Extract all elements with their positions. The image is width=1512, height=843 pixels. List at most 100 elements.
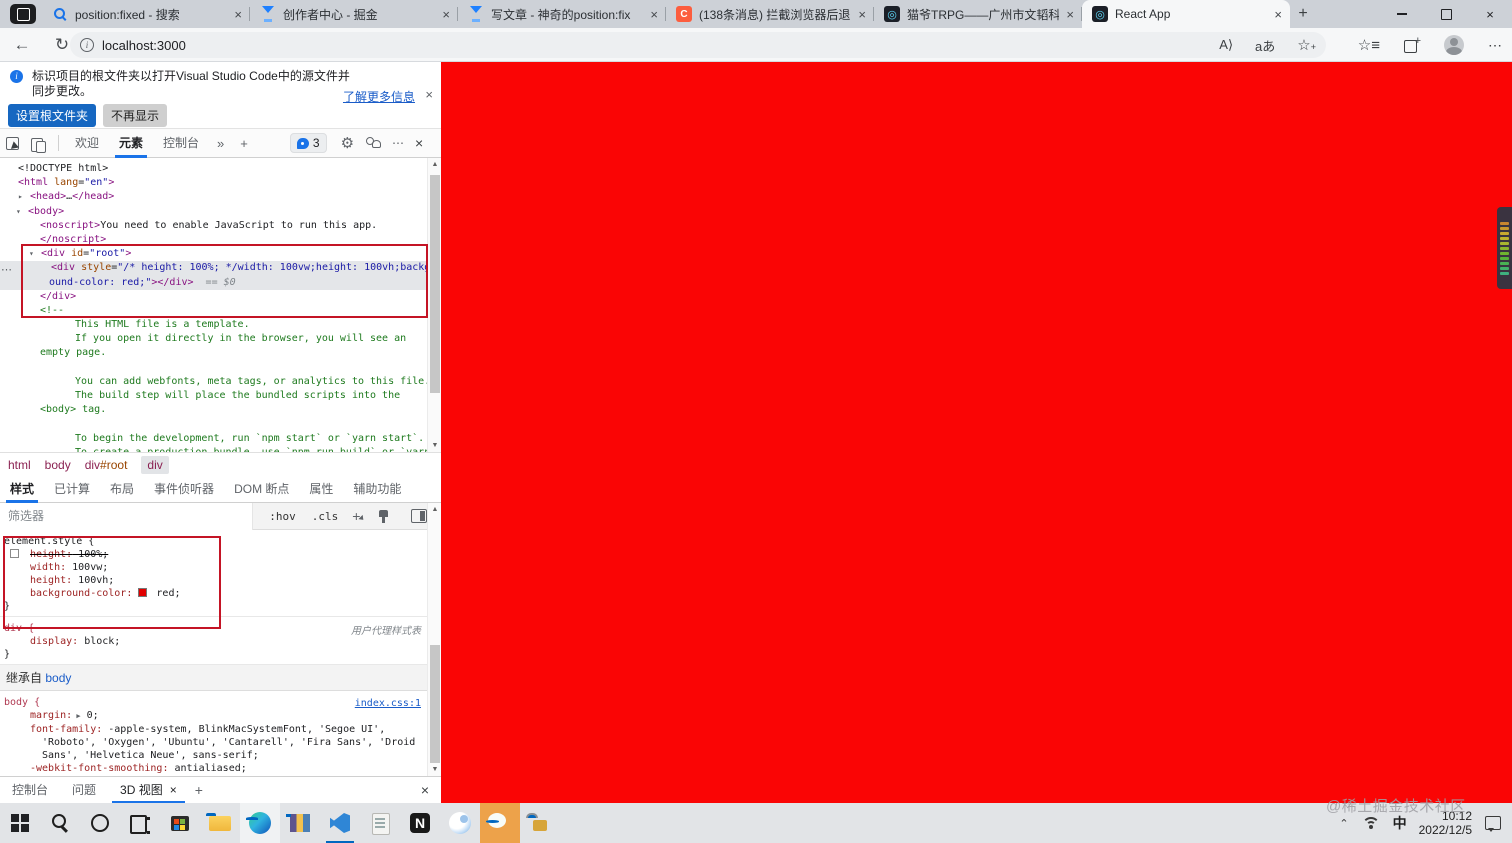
dom-tree-line[interactable]: You can add webfonts, meta tags, or anal…: [0, 375, 427, 389]
dom-tree-line[interactable]: [0, 417, 427, 431]
panel-tab-辅助功能[interactable]: 辅助功能: [343, 477, 411, 503]
dom-tree-line[interactable]: <!DOCTYPE html>: [0, 162, 427, 176]
drawer-tab-问题[interactable]: 问题: [60, 777, 108, 803]
breadcrumb-item-div[interactable]: div#root: [85, 458, 128, 472]
devtools-tab-控制台[interactable]: 控制台: [153, 129, 209, 158]
dom-tree-line[interactable]: <body> tag.: [0, 403, 427, 417]
drawer-close-icon[interactable]: ×: [421, 782, 429, 798]
dom-tree-line[interactable]: </div>: [0, 290, 427, 304]
css-property[interactable]: background-color: red;: [4, 587, 427, 600]
tab-close-icon[interactable]: ×: [1066, 7, 1074, 22]
notice-close-icon[interactable]: ×: [425, 87, 433, 102]
taskbar-winrar-icon[interactable]: [280, 803, 320, 843]
styles-pane[interactable]: element.style {height: 100%; width: 100vw…: [0, 530, 427, 776]
dom-tree-line[interactable]: To begin the development, run `npm start…: [0, 432, 427, 446]
devtools-menu-icon[interactable]: ⋯: [392, 136, 405, 150]
scroll-down-icon[interactable]: ▼: [428, 442, 441, 449]
devtools-close-icon[interactable]: ×: [415, 135, 423, 151]
dom-tree-line[interactable]: ▾ <body>: [0, 205, 427, 219]
taskbar-start-icon[interactable]: [0, 803, 40, 843]
notification-center-icon[interactable]: [1484, 815, 1502, 832]
css-property[interactable]: height: 100vh;: [4, 574, 427, 587]
dont-show-again-button[interactable]: 不再显示: [103, 104, 168, 127]
toggle-hover-button[interactable]: :hov: [269, 510, 296, 523]
styles-scrollbar[interactable]: ▲ ▼: [427, 503, 441, 776]
toggle-class-button[interactable]: .cls: [312, 510, 339, 523]
new-tab-button[interactable]: +: [1290, 1, 1316, 27]
rendering-emulation-icon[interactable]: [376, 508, 393, 524]
site-info-icon[interactable]: i: [80, 38, 94, 52]
css-property[interactable]: margin: ▶ 0;: [4, 709, 427, 723]
css-property[interactable]: width: 100vw;: [4, 561, 427, 574]
scroll-down-icon[interactable]: ▼: [428, 766, 441, 773]
twisty-icon[interactable]: ▾: [16, 205, 21, 219]
computed-sidebar-icon[interactable]: [410, 508, 428, 524]
panel-tab-属性[interactable]: 属性: [299, 477, 343, 503]
dom-tree-line[interactable]: <noscript>You need to enable JavaScript …: [0, 219, 427, 233]
browser-tab[interactable]: ◎ React App ×: [1082, 0, 1290, 28]
css-property[interactable]: display: block;: [4, 635, 427, 648]
breadcrumb-item-body[interactable]: body: [45, 458, 71, 472]
elements-scrollbar[interactable]: ▲ ▼: [427, 158, 441, 452]
dom-tree-line[interactable]: empty page.: [0, 346, 427, 360]
profile-avatar[interactable]: [1444, 35, 1464, 55]
dom-tree-line[interactable]: ▸ <head>…</head>: [0, 190, 427, 204]
panel-tab-布局[interactable]: 布局: [100, 477, 144, 503]
maximize-icon[interactable]: [1424, 0, 1468, 28]
favorites-bar-icon[interactable]: ☆≡: [1358, 36, 1380, 54]
taskbar-task-view-icon[interactable]: [120, 803, 160, 843]
drawer-add-icon[interactable]: +: [189, 782, 209, 798]
dom-tree-line[interactable]: The build step will place the bundled sc…: [0, 389, 427, 403]
inherited-body-link[interactable]: body: [45, 671, 71, 685]
device-toolbar-icon[interactable]: [26, 130, 52, 156]
browser-tab[interactable]: position:fixed - 搜索 ×: [42, 0, 250, 28]
dom-tree-line[interactable]: [0, 361, 427, 375]
twisty-icon[interactable]: ▾: [29, 247, 34, 261]
browser-tab[interactable]: 创作者中心 - 掘金 ×: [250, 0, 458, 28]
dom-tree-line[interactable]: <!--: [0, 304, 427, 318]
css-property[interactable]: -webkit-font-smoothing: antialiased;: [4, 762, 427, 775]
taskbar-lock-tool-icon[interactable]: [520, 803, 560, 843]
dom-tree-line[interactable]: <div style="/* height: 100%; */width: 10…: [0, 261, 427, 276]
taskbar-notion-icon[interactable]: [400, 803, 440, 843]
scroll-up-icon[interactable]: ▲: [428, 506, 441, 513]
read-aloud-icon[interactable]: A⟩: [1219, 37, 1233, 53]
wifi-icon[interactable]: [1361, 815, 1381, 831]
dom-tree-line[interactable]: If you open it directly in the browser, …: [0, 332, 427, 346]
dom-tree-line[interactable]: </noscript>: [0, 233, 427, 247]
drawer-tab-控制台[interactable]: 控制台: [0, 777, 60, 803]
close-window-icon[interactable]: ×: [1468, 0, 1512, 28]
inspect-element-icon[interactable]: [0, 130, 26, 156]
translate-icon[interactable]: aあ: [1255, 36, 1275, 55]
drawer-tab-close-icon[interactable]: ×: [170, 778, 177, 803]
tab-close-icon[interactable]: ×: [650, 7, 658, 22]
favorite-star-icon[interactable]: ☆+: [1297, 36, 1316, 54]
taskbar-edge-icon[interactable]: [240, 803, 280, 843]
taskbar-wechat-icon[interactable]: [480, 803, 520, 843]
devtools-tab-元素[interactable]: 元素: [109, 129, 153, 158]
property-checkbox[interactable]: [10, 549, 19, 558]
twisty-icon[interactable]: ▸: [18, 190, 23, 204]
dom-tree-line[interactable]: ▾ <div id="root">: [0, 247, 427, 261]
taskbar-cortana-icon[interactable]: [80, 803, 120, 843]
taskbar-store-icon[interactable]: [160, 803, 200, 843]
taskbar-search-icon[interactable]: [40, 803, 80, 843]
expand-icon[interactable]: ▶: [72, 712, 80, 720]
drawer-tab-3D 视图[interactable]: 3D 视图 ×: [108, 777, 189, 803]
settings-gear-icon[interactable]: ⚙: [341, 134, 354, 152]
add-tab-icon[interactable]: +: [232, 136, 256, 151]
scrollbar-thumb[interactable]: [430, 175, 440, 393]
panel-tab-事件侦听器[interactable]: 事件侦听器: [144, 477, 224, 503]
browser-tab[interactable]: C (138条消息) 拦截浏览器后退 ×: [666, 0, 874, 28]
browser-tab[interactable]: ◎ 猫爷TRPG——广州市文韬科 ×: [874, 0, 1082, 28]
tab-close-icon[interactable]: ×: [234, 7, 242, 22]
breadcrumb-item-html[interactable]: html: [8, 458, 31, 472]
ime-indicator[interactable]: 中: [1393, 813, 1407, 833]
panel-tab-已计算[interactable]: 已计算: [44, 477, 100, 503]
taskbar-file-explorer-icon[interactable]: [200, 803, 240, 843]
taskbar-notepad-icon[interactable]: [360, 803, 400, 843]
tab-close-icon[interactable]: ×: [858, 7, 866, 22]
filter-input[interactable]: 筛选器: [0, 502, 254, 530]
new-style-rule-icon[interactable]: +: [352, 508, 360, 524]
panel-tab-DOM 断点[interactable]: DOM 断点: [224, 477, 299, 503]
